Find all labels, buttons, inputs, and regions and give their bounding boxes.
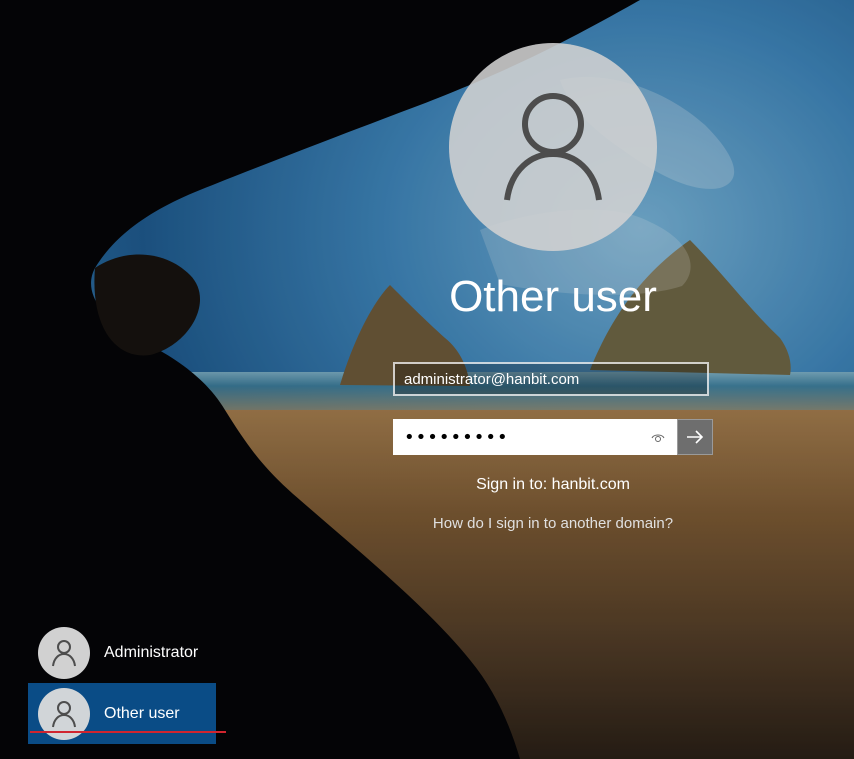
user-list-item-administrator[interactable]: Administrator	[28, 622, 216, 683]
user-list-label: Other user	[104, 704, 180, 722]
user-silhouette-icon	[52, 639, 76, 666]
domain-help-link[interactable]: How do I sign in to another domain?	[404, 515, 702, 532]
user-list-item-other-user[interactable]: Other user	[28, 683, 216, 744]
signin-domain-text: Sign in to: hanbit.com	[476, 476, 630, 493]
user-switcher-list: Administrator Other user	[28, 622, 216, 744]
user-silhouette-icon	[52, 700, 76, 727]
username-field[interactable]: administrator@hanbit.com	[393, 362, 709, 396]
user-silhouette-icon	[504, 93, 602, 201]
eye-icon[interactable]	[651, 431, 665, 445]
user-list-label: Administrator	[104, 643, 199, 661]
selected-user-name: Other user	[449, 272, 657, 321]
annotation-underline	[30, 731, 226, 733]
selected-user-avatar	[449, 43, 657, 251]
password-mask: •••••••••	[404, 426, 509, 448]
password-row: •••••••••	[393, 419, 713, 455]
password-field[interactable]: •••••••••	[393, 419, 677, 455]
arrow-right-icon	[687, 430, 704, 444]
submit-button[interactable]	[677, 419, 713, 455]
user-avatar	[38, 626, 90, 679]
